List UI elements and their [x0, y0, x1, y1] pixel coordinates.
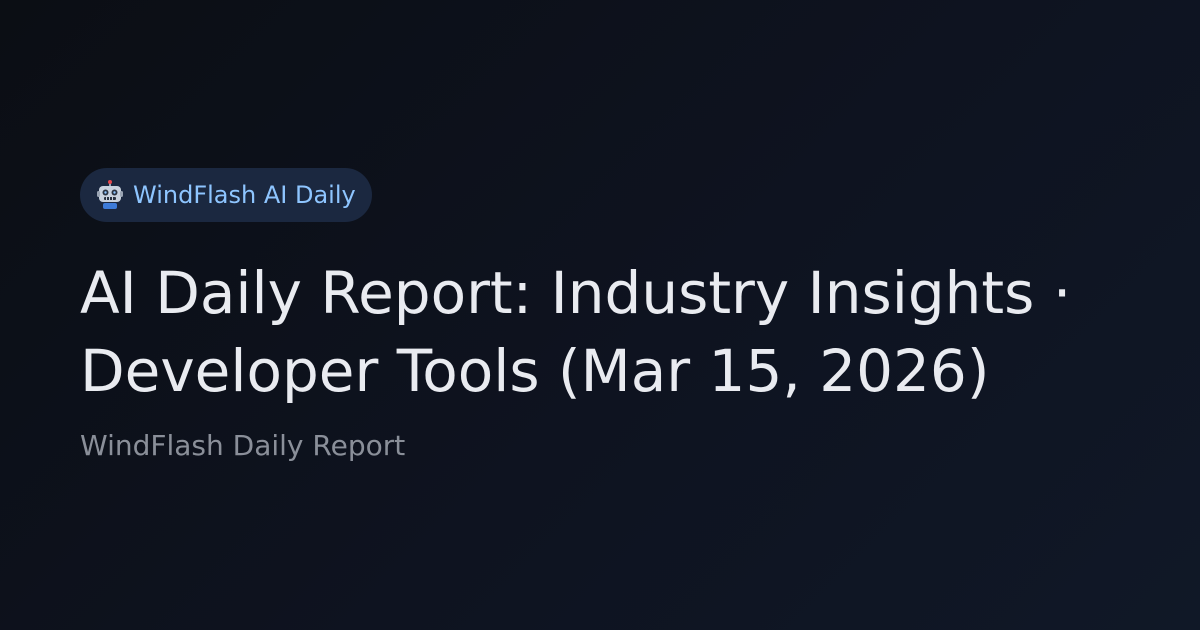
report-subtitle: WindFlash Daily Report: [80, 429, 406, 462]
report-title: AI Daily Report: Industry Insights · Dev…: [80, 259, 1072, 405]
brand-badge: WindFlash AI Daily: [80, 168, 372, 222]
robot-icon: [95, 180, 125, 210]
share-card: WindFlash AI Daily AI Daily Report: Indu…: [80, 168, 1140, 460]
brand-badge-label: WindFlash AI Daily: [133, 181, 356, 209]
